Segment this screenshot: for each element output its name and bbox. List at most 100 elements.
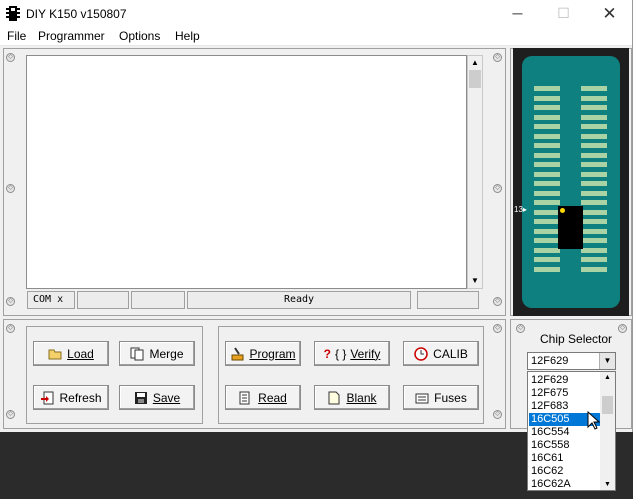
socket-pin-left [534,228,560,234]
chip-selector-title: Chip Selector [540,332,613,346]
refresh-button[interactable]: Refresh [33,385,109,410]
scroll-thumb[interactable] [469,70,481,88]
verify-bracket-icon: { } [334,346,347,361]
clock-icon [414,346,428,361]
splitter-grip[interactable]: ◇ [618,324,627,333]
socket-pin-left [534,266,560,272]
socket-pin-right [581,152,607,158]
socket-pin-left [534,200,560,205]
minimize-button[interactable]: ─ [495,0,540,27]
program-button[interactable]: Program [225,341,301,366]
socket-pin-right [581,181,607,186]
program-chip-icon [231,346,244,360]
read-button[interactable]: Read [225,385,301,410]
chip-selector-combobox[interactable]: 12F629 ▼ [527,352,616,370]
socket-pin-left [534,114,560,120]
socket-pin-right [581,209,607,215]
socket-pin-right [581,95,607,101]
main-window: DIY K150 v150807 ─ ☐ ✕ File Programmer O… [0,0,633,432]
load-button[interactable]: Load [33,341,109,366]
verify-question-icon: ? [323,346,331,361]
window-title: DIY K150 v150807 [26,7,127,21]
socket-pin-right [581,143,607,148]
splitter-grip[interactable]: ◇ [6,184,15,193]
splitter-grip[interactable]: ◇ [6,53,15,62]
list-item[interactable]: 16C62 [529,465,601,478]
socket-pin-right [581,238,607,243]
socket-pin-right [581,162,607,167]
scroll-up-icon[interactable]: ▲ [600,374,615,381]
save-button[interactable]: Save [119,385,195,410]
socket-pin-right [581,171,607,177]
socket-pin-left [534,181,560,186]
splitter-grip[interactable]: ◇ [6,297,15,306]
status-cell [77,291,129,309]
splitter-grip[interactable]: ◇ [493,324,502,333]
socket-pin-left [534,209,560,215]
status-cell [131,291,185,309]
log-scrollbar[interactable]: ▲ ▼ [467,55,483,289]
mouse-cursor-icon [587,411,601,430]
scroll-up-icon[interactable]: ▲ [468,56,482,70]
chevron-down-icon[interactable]: ▼ [599,353,615,369]
read-doc-icon [239,391,250,404]
scroll-down-icon[interactable]: ▼ [468,274,482,288]
socket-pin-right [581,228,607,234]
fuses-icon [415,393,429,403]
splitter-grip[interactable]: ◇ [6,410,15,419]
menu-file[interactable]: File [7,29,26,43]
socket-pin-left [534,143,560,148]
socket-pin-left [534,238,560,243]
list-item[interactable]: 16C558 [529,439,601,452]
socket-pin-right [581,133,607,139]
app-icon [6,6,20,21]
splitter-grip[interactable]: ◇ [493,297,502,306]
verify-button[interactable]: ?{ } Verify [314,341,390,366]
chip-selector-dropdown[interactable]: 12F629 12F675 12F683 16C505 16C554 16C55… [527,371,616,491]
splitter-grip[interactable]: ◇ [493,410,502,419]
menu-bar: File Programmer Options Help [0,27,632,46]
close-button[interactable]: ✕ [587,0,632,27]
chip-selector-value: 12F629 [531,355,569,367]
splitter-grip[interactable]: ◇ [6,324,15,333]
fuses-button[interactable]: Fuses [403,385,479,410]
maximize-button[interactable]: ☐ [541,0,586,27]
blank-button[interactable]: Blank [314,385,390,410]
calib-button[interactable]: CALIB [403,341,479,366]
socket-pin-right [581,105,607,110]
socket-pin-left [534,219,560,224]
socket-pin-left [534,257,560,262]
list-item[interactable]: 12F629 [529,374,601,387]
socket-pin-left [534,124,560,129]
splitter-grip[interactable]: ◇ [493,53,502,62]
log-textarea[interactable] [26,55,467,289]
merge-button[interactable]: Merge [119,341,195,366]
list-item[interactable]: 12F675 [529,387,601,400]
socket-pin-right [581,200,607,205]
list-item[interactable]: 16C61 [529,452,601,465]
status-com: COM x [27,291,75,309]
scroll-thumb[interactable] [602,396,613,414]
list-item[interactable]: 16C62A [529,478,601,491]
socket-pin-left [534,171,560,177]
splitter-grip[interactable]: ◇ [493,184,502,193]
socket-pin-right [581,257,607,262]
blank-doc-icon [328,391,340,404]
socket-pin-left [534,86,560,91]
splitter-grip[interactable]: ◇ [516,324,525,333]
socket-pin-left [534,190,560,196]
socket-pin-label: 13▸ [514,205,527,214]
socket-pin-left [534,152,560,158]
socket-pin-right [581,266,607,272]
socket-pin-left [534,247,560,253]
socket-pin-right [581,190,607,196]
menu-options[interactable]: Options [119,29,160,43]
scroll-down-icon[interactable]: ▼ [600,481,615,488]
dropdown-scrollbar[interactable]: ▲ ▼ [600,372,615,490]
menu-programmer[interactable]: Programmer [38,29,105,43]
title-bar: DIY K150 v150807 ─ ☐ ✕ [0,0,632,27]
menu-help[interactable]: Help [175,29,200,43]
socket-pin-left [534,95,560,101]
status-text: Ready [187,291,411,309]
refresh-icon [41,391,54,404]
